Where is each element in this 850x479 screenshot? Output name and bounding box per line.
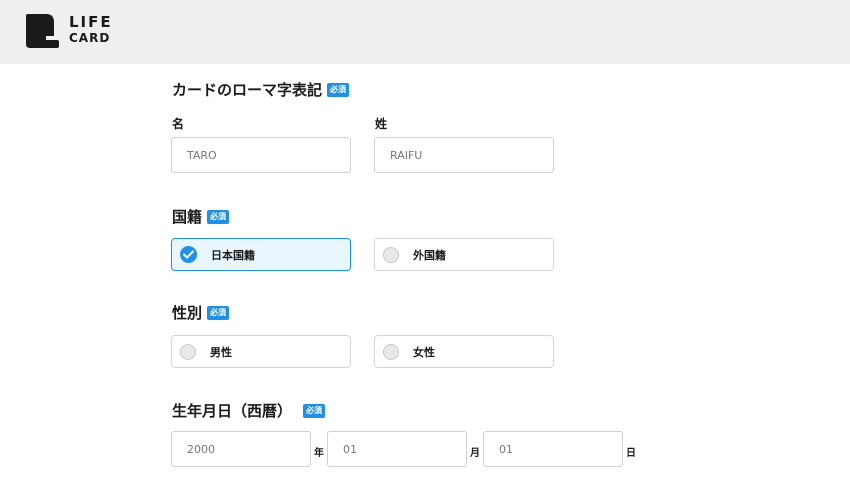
gender-title-text: 性別 xyxy=(172,304,203,322)
last-name-placeholder: RAIFU xyxy=(390,148,423,162)
radio-label: 外国籍 xyxy=(413,248,446,262)
radio-female[interactable]: 女性 xyxy=(374,335,554,368)
radio-circle-icon xyxy=(383,343,399,360)
day-unit-label: 日 xyxy=(626,448,636,459)
site-header: LIFE CARD xyxy=(0,0,850,64)
nationality-title-text: 国籍 xyxy=(172,208,203,226)
radio-japanese-nationality[interactable]: 日本国籍 xyxy=(171,238,351,271)
nationality-section-title: 国籍 必須 xyxy=(172,206,230,227)
gender-section-title: 性別 必須 xyxy=(172,302,230,323)
logo-text-line1: LIFE xyxy=(69,13,113,31)
check-circle-icon xyxy=(180,246,197,263)
required-badge: 必須 xyxy=(327,82,350,97)
year-unit-label: 年 xyxy=(314,448,324,459)
birthdate-title-text: 生年月日（西暦） xyxy=(172,402,293,420)
required-badge: 必須 xyxy=(207,209,230,224)
logo-text: LIFE CARD xyxy=(69,15,113,46)
life-card-logo[interactable]: LIFE CARD xyxy=(26,12,116,50)
first-name-label: 名 xyxy=(172,117,185,131)
radio-male[interactable]: 男性 xyxy=(171,335,351,368)
romaji-title-text: カードのローマ字表記 xyxy=(172,81,323,99)
first-name-placeholder: TARO xyxy=(187,148,217,162)
last-name-label: 姓 xyxy=(375,117,388,131)
checkmark-icon xyxy=(183,250,194,259)
radio-label: 女性 xyxy=(413,345,435,359)
birth-month-placeholder: 01 xyxy=(343,442,357,456)
first-name-input[interactable]: TARO xyxy=(171,137,351,173)
radio-label: 男性 xyxy=(210,345,232,359)
birth-year-placeholder: 2000 xyxy=(187,442,215,456)
birth-year-input[interactable]: 2000 xyxy=(171,431,311,467)
radio-circle-icon xyxy=(383,246,399,263)
birthdate-section-title: 生年月日（西暦） 必須 xyxy=(172,400,326,421)
romaji-section-title: カードのローマ字表記 必須 xyxy=(172,79,350,100)
last-name-input[interactable]: RAIFU xyxy=(374,137,554,173)
logo-text-line2: CARD xyxy=(69,31,111,45)
birth-day-placeholder: 01 xyxy=(499,442,513,456)
month-unit-label: 月 xyxy=(470,448,480,459)
logo-mark-icon xyxy=(26,14,59,48)
required-badge: 必須 xyxy=(303,403,326,418)
radio-label: 日本国籍 xyxy=(211,248,255,262)
radio-foreign-nationality[interactable]: 外国籍 xyxy=(374,238,554,271)
birth-month-input[interactable]: 01 xyxy=(327,431,467,467)
required-badge: 必須 xyxy=(207,305,230,320)
radio-circle-icon xyxy=(180,343,196,360)
birth-day-input[interactable]: 01 xyxy=(483,431,623,467)
